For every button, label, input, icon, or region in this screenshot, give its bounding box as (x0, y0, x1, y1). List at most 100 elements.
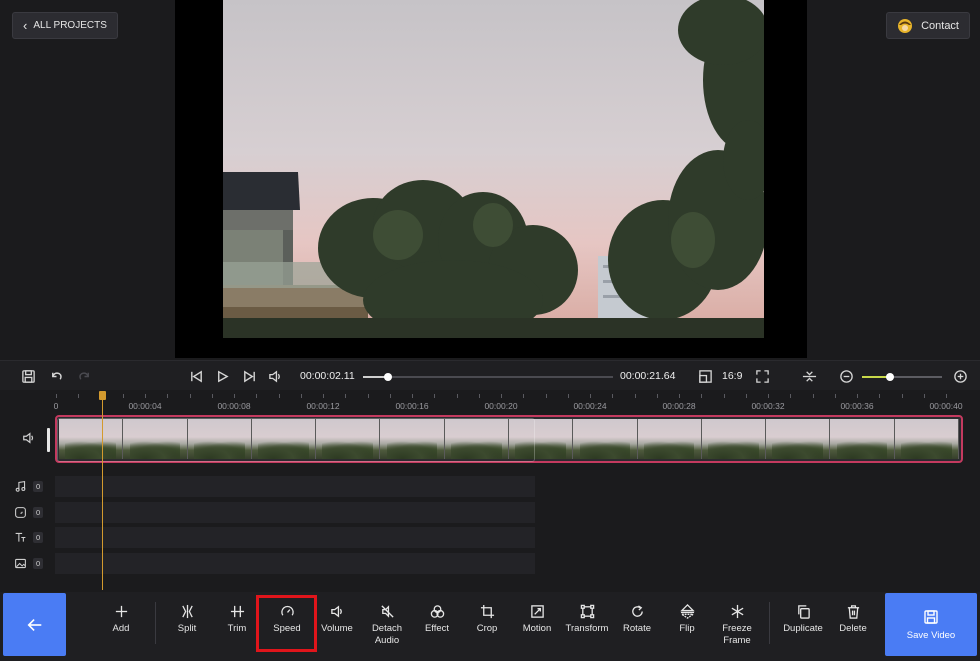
filmstrip-thumbnail (766, 419, 831, 459)
tool-label: Motion (522, 623, 552, 634)
time-ruler[interactable]: 0 00:00:04 00:00:08 00:00:12 00:00:16 00:00:2… (54, 390, 965, 412)
ruler-tick-label: 00:00:20 (484, 401, 518, 411)
crop-tool-button[interactable]: Crop (463, 604, 511, 635)
motion-tool-button[interactable]: Motion (513, 604, 561, 635)
transform-tool-button[interactable]: Transform (559, 604, 615, 635)
contact-label: Contact (921, 19, 959, 32)
ruler-tick-mark (278, 394, 280, 398)
filmstrip-thumbnail (573, 419, 638, 459)
save-video-button[interactable]: Save Video (885, 593, 977, 656)
preview-area: ‹ ALL PROJECTS Contact (0, 0, 980, 360)
ruler-tick-mark (122, 394, 124, 398)
filmstrip-thumbnail (380, 419, 445, 459)
speed-tool-button[interactable]: Speed (263, 604, 311, 635)
ruler-tick-mark (412, 394, 413, 398)
music-icon[interactable] (14, 480, 27, 493)
tool-label: Crop (476, 623, 498, 634)
ruler-tick-label: 00:00:12 (306, 401, 340, 411)
contact-avatar-icon (898, 18, 913, 33)
tool-label: Add (112, 623, 130, 634)
ruler-tick-label: 00:00:16 (395, 401, 429, 411)
fullscreen-icon[interactable] (753, 367, 771, 385)
filmstrip (59, 419, 959, 459)
flip-tool-button[interactable]: Flip (663, 604, 711, 635)
ruler-tick-label: 00:00:32 (751, 401, 785, 411)
aspect-ratio-icon[interactable] (696, 367, 714, 385)
ruler-tick-mark (367, 394, 369, 398)
image-icon[interactable] (14, 557, 27, 570)
rotate-tool-button[interactable]: Rotate (613, 604, 661, 635)
back-button[interactable] (3, 593, 66, 656)
fit-timeline-icon[interactable] (800, 367, 818, 385)
ruler-tick-mark (478, 394, 480, 398)
tool-label: Speed (273, 623, 301, 634)
split-tool-button[interactable]: Split (163, 604, 211, 635)
track-indicator (47, 428, 50, 452)
ruler-tick-mark (656, 394, 658, 398)
sub-track-lane[interactable] (55, 527, 535, 548)
sub-track-lane[interactable] (55, 502, 535, 523)
zoom-slider[interactable] (862, 373, 942, 381)
ruler-tick-mark (745, 394, 747, 398)
playhead-handle[interactable] (99, 391, 106, 400)
volume-tool-button[interactable]: Volume (313, 604, 361, 635)
save-icon (924, 609, 938, 624)
skip-forward-icon[interactable] (240, 367, 258, 385)
duplicate-tool-button[interactable]: Duplicate (775, 604, 831, 635)
ruler-tick-label: 00:00:24 (573, 401, 607, 411)
freeze-frame-tool-button[interactable]: Freeze Frame (713, 604, 761, 647)
add-tool-button[interactable]: Add (97, 604, 145, 635)
filmstrip-thumbnail (123, 419, 188, 459)
aspect-ratio-label[interactable]: 16:9 (722, 370, 742, 382)
video-frame-image (223, 0, 764, 338)
ruler-tick-mark (901, 394, 903, 398)
detach-audio-tool-button[interactable]: Detach Audio (363, 604, 411, 647)
sub-track-count: 0 (33, 532, 44, 543)
skip-back-icon[interactable] (187, 367, 205, 385)
split-icon (180, 604, 195, 623)
progress-knob[interactable] (384, 373, 392, 381)
sub-track-lane[interactable] (55, 476, 535, 497)
delete-tool-button[interactable]: Delete (829, 604, 877, 635)
video-preview (175, 0, 807, 358)
undo-icon[interactable] (47, 367, 65, 385)
ruler-tick-label: 00:00:08 (217, 401, 251, 411)
tool-label: Rotate (623, 623, 651, 634)
volume-icon (330, 604, 345, 623)
ruler-tick-mark (434, 394, 436, 398)
track-volume-icon[interactable] (22, 431, 36, 450)
zoom-out-icon[interactable] (837, 367, 855, 385)
trim-tool-button[interactable]: Trim (213, 604, 261, 635)
ruler-tick-mark (612, 394, 614, 398)
play-icon[interactable] (213, 367, 231, 385)
text-icon[interactable] (14, 531, 27, 544)
ruler-tick-mark (768, 394, 769, 398)
ruler-tick-mark (389, 394, 391, 398)
contact-button[interactable]: Contact (886, 12, 970, 39)
tool-label: Detach Audio (371, 623, 403, 646)
current-time: 00:00:02.11 (300, 370, 355, 382)
sub-track-count: 0 (33, 558, 44, 569)
sub-track-lane[interactable] (55, 553, 535, 574)
trim-icon (230, 604, 245, 623)
save-project-icon[interactable] (19, 367, 37, 385)
zoom-in-icon[interactable] (951, 367, 969, 385)
ruler-tick-mark (501, 394, 502, 398)
effect-tool-button[interactable]: Effect (413, 604, 461, 635)
ruler-tick-mark (590, 394, 591, 398)
volume-icon[interactable] (266, 367, 284, 385)
video-clip[interactable] (55, 415, 963, 463)
ruler-tick-mark (545, 394, 547, 398)
flip-icon (679, 604, 695, 623)
progress-slider[interactable] (363, 373, 613, 381)
tool-label: Trim (227, 623, 247, 634)
zoom-knob[interactable] (886, 373, 894, 381)
ruler-tick-mark (145, 394, 146, 398)
sticker-icon[interactable] (14, 506, 27, 519)
toolbar-divider (769, 602, 770, 644)
all-projects-button[interactable]: ‹ ALL PROJECTS (12, 12, 118, 39)
ruler-tick-mark (946, 394, 947, 398)
ruler-tick-mark (834, 394, 836, 398)
tool-label: Split (177, 623, 197, 634)
redo-icon[interactable] (75, 367, 93, 385)
